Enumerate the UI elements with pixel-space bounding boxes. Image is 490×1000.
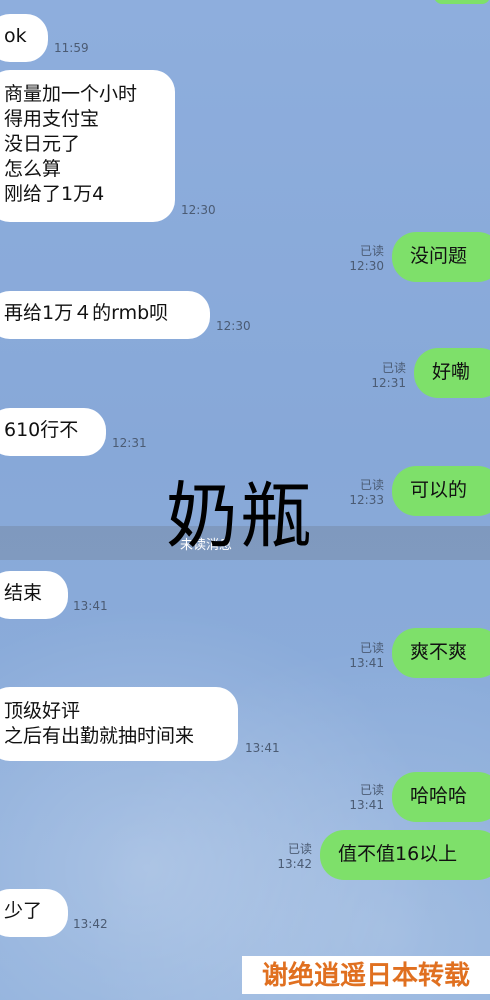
message-meta: 已读 13:41 xyxy=(340,641,384,671)
overlay-caption: 奶瓶 xyxy=(166,474,315,558)
watermark: 谢绝逍遥日本转载 xyxy=(242,956,490,994)
message-time: 13:41 xyxy=(349,656,384,670)
outgoing-bubble[interactable]: 爽不爽 xyxy=(392,628,490,678)
message-time: 12:31 xyxy=(371,376,406,390)
message-time: 13:42 xyxy=(277,857,312,871)
message-meta: 已读 12:31 xyxy=(362,361,406,391)
message-time: 13:42 xyxy=(73,917,108,931)
message-time: 11:59 xyxy=(54,41,89,55)
incoming-bubble[interactable]: 再给1万４的rmb呗 xyxy=(0,291,210,339)
read-receipt: 已读 xyxy=(359,478,384,492)
outgoing-bubble[interactable]: 好嘞 xyxy=(414,348,490,398)
message-meta: 已读 12:33 xyxy=(340,478,384,508)
outgoing-bubble[interactable]: 值不值16以上 xyxy=(320,830,490,880)
message-time: 13:41 xyxy=(73,599,108,613)
message-time: 12:30 xyxy=(181,203,216,217)
message-meta: 已读 13:42 xyxy=(268,842,312,872)
read-receipt: 已读 xyxy=(287,842,312,856)
message-time: 12:31 xyxy=(112,436,147,450)
outgoing-bubble-partial xyxy=(434,0,490,4)
read-receipt: 已读 xyxy=(359,641,384,655)
message-time: 12:30 xyxy=(349,259,384,273)
read-receipt: 已读 xyxy=(359,783,384,797)
message-time: 13:41 xyxy=(349,798,384,812)
outgoing-bubble[interactable]: 哈哈哈 xyxy=(392,772,490,822)
read-receipt: 已读 xyxy=(359,244,384,258)
message-meta: 已读 13:41 xyxy=(340,783,384,813)
outgoing-bubble[interactable]: 没问题 xyxy=(392,232,490,282)
outgoing-bubble[interactable]: 可以的 xyxy=(392,466,490,516)
message-time: 13:41 xyxy=(245,741,280,755)
message-time: 12:33 xyxy=(349,493,384,507)
message-time: 12:30 xyxy=(216,319,251,333)
incoming-bubble[interactable]: 少了 xyxy=(0,889,68,937)
read-receipt: 已读 xyxy=(381,361,406,375)
message-meta: 已读 12:30 xyxy=(340,244,384,274)
incoming-bubble[interactable]: 顶级好评 之后有出勤就抽时间来 xyxy=(0,687,238,761)
incoming-bubble[interactable]: ok xyxy=(0,14,48,62)
incoming-bubble[interactable]: 结束 xyxy=(0,571,68,619)
incoming-bubble[interactable]: 商量加一个小时 得用支付宝 没日元了 怎么算 刚给了1万4 xyxy=(0,70,175,222)
incoming-bubble[interactable]: 610行不 xyxy=(0,408,106,456)
